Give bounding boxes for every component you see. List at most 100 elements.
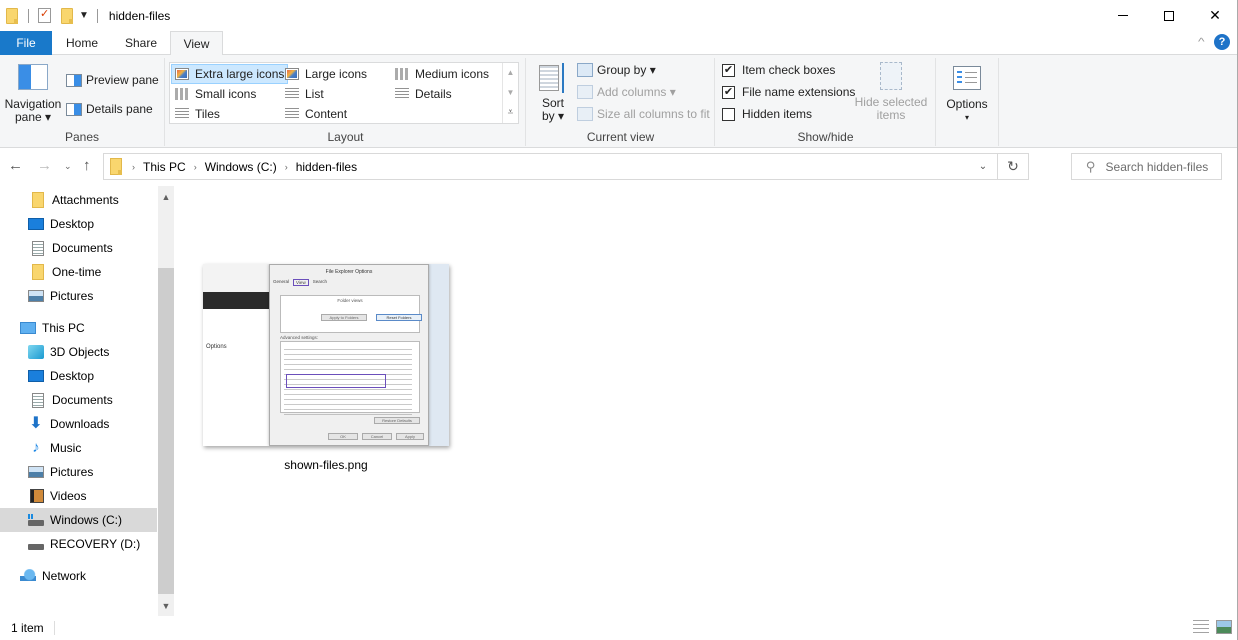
forward-button[interactable]: → bbox=[37, 157, 52, 174]
recent-locations-button[interactable]: ⌄ bbox=[64, 161, 72, 172]
scroll-up-icon[interactable]: ▲ bbox=[158, 188, 174, 205]
item-check-boxes-option[interactable]: ✔ Item check boxes bbox=[722, 60, 835, 80]
sidebar-item-this-pc[interactable]: This PC bbox=[0, 316, 157, 340]
sidebar-item-documents[interactable]: Documents bbox=[0, 236, 157, 260]
sort-by-label-2: by ▾ bbox=[541, 109, 565, 123]
address-bar[interactable]: › This PC › Windows (C:) › hidden-files … bbox=[103, 153, 1029, 180]
sidebar-item-downloads[interactable]: ⬇ Downloads bbox=[0, 412, 157, 436]
breadcrumb-this-pc[interactable]: This PC bbox=[143, 160, 186, 174]
sidebar-item-3d-objects[interactable]: 3D Objects bbox=[0, 340, 157, 364]
preview-pane-button[interactable]: Preview pane bbox=[66, 70, 159, 90]
sidebar-item-recovery-d[interactable]: RECOVERY (D:) bbox=[0, 532, 157, 556]
tab-file[interactable]: File bbox=[0, 31, 52, 55]
sidebar-item-documents-pc[interactable]: Documents bbox=[0, 388, 157, 412]
layout-item-label: Content bbox=[305, 107, 348, 121]
group-by-icon bbox=[577, 63, 593, 77]
breadcrumb-windows-c[interactable]: Windows (C:) bbox=[205, 160, 277, 174]
add-columns-button[interactable]: Add columns ▾ bbox=[577, 82, 676, 102]
options-button[interactable]: Options ▾ bbox=[941, 62, 993, 124]
quick-access-toolbar: ▼ hidden-files bbox=[0, 0, 170, 31]
item-check-boxes-label: Item check boxes bbox=[742, 63, 836, 77]
file-name-extensions-option[interactable]: ✔ File name extensions bbox=[722, 82, 855, 102]
folder-icon bbox=[110, 158, 122, 175]
properties-icon[interactable] bbox=[38, 7, 51, 23]
navigation-pane-label-2: pane ▾ bbox=[14, 110, 52, 124]
up-button[interactable]: ↑ bbox=[83, 157, 91, 174]
layout-details[interactable]: Details bbox=[392, 84, 455, 104]
search-input[interactable]: Search hidden-files bbox=[1106, 160, 1209, 174]
breadcrumb-separator[interactable]: › bbox=[194, 162, 197, 172]
sidebar-item-desktop-pc[interactable]: Desktop bbox=[0, 364, 157, 388]
panes-group: Navigation pane ▾ Preview pane Details p… bbox=[0, 58, 165, 146]
scroll-down-icon[interactable]: ▼ bbox=[158, 597, 174, 614]
tab-share[interactable]: Share bbox=[112, 31, 170, 55]
layout-medium-icons[interactable]: Medium icons bbox=[392, 64, 492, 84]
layout-tiles[interactable]: Tiles bbox=[172, 104, 223, 124]
scrollbar-thumb[interactable] bbox=[158, 268, 174, 594]
sidebar-item-pictures[interactable]: Pictures bbox=[0, 284, 157, 308]
sidebar-item-videos[interactable]: Videos bbox=[0, 484, 157, 508]
file-name-extensions-checkbox[interactable]: ✔ bbox=[722, 85, 735, 99]
search-box[interactable]: ⚲ Search hidden-files bbox=[1071, 153, 1222, 180]
layout-small-icons[interactable]: Small icons bbox=[172, 84, 259, 104]
breadcrumb-separator[interactable]: › bbox=[285, 162, 288, 172]
sidebar-item-windows-c[interactable]: Windows (C:) bbox=[0, 508, 157, 532]
current-view-group: Sort by ▾ Group by ▾ Add columns ▾ Size … bbox=[527, 58, 715, 146]
hidden-items-option[interactable]: Hidden items bbox=[722, 104, 812, 124]
sidebar-item-label: Documents bbox=[52, 241, 113, 255]
layout-extra-large-icons[interactable]: Extra large icons bbox=[171, 64, 289, 84]
large-icons-view-icon[interactable] bbox=[1216, 620, 1232, 634]
sidebar-item-music[interactable]: ♪ Music bbox=[0, 436, 157, 460]
back-button[interactable]: ← bbox=[8, 157, 23, 174]
pictures-icon bbox=[28, 466, 44, 478]
sidebar-item-network[interactable]: Network bbox=[0, 564, 157, 588]
sidebar-item-desktop[interactable]: Desktop bbox=[0, 212, 157, 236]
hidden-items-checkbox[interactable] bbox=[722, 107, 735, 121]
minimize-button[interactable] bbox=[1100, 0, 1146, 31]
layout-content[interactable]: Content bbox=[282, 104, 350, 124]
layout-list[interactable]: List bbox=[282, 84, 327, 104]
sidebar-item-one-time[interactable]: One-time bbox=[0, 260, 157, 284]
sort-by-button[interactable]: Sort by ▾ bbox=[533, 60, 573, 123]
maximize-button[interactable] bbox=[1146, 0, 1192, 31]
breadcrumb-hidden-files[interactable]: hidden-files bbox=[296, 160, 357, 174]
gallery-scroll-up-icon[interactable]: ▲ bbox=[503, 63, 518, 83]
pictures-icon bbox=[28, 290, 44, 302]
tiles-icon bbox=[175, 108, 189, 120]
close-button[interactable]: ✕ bbox=[1192, 0, 1238, 31]
navigation-pane-icon bbox=[18, 64, 48, 90]
navigation-pane-scrollbar[interactable]: ▲ ▼ bbox=[158, 186, 174, 616]
details-pane-button[interactable]: Details pane bbox=[66, 99, 153, 119]
gallery-expand-icon[interactable]: ⩡ bbox=[503, 103, 518, 123]
windows-drive-icon bbox=[28, 514, 44, 526]
title-bar: ▼ hidden-files ✕ bbox=[0, 0, 1238, 31]
customize-toolbar-icon[interactable]: ▼ bbox=[79, 10, 89, 21]
thumbnail-button: Apply bbox=[396, 433, 424, 440]
ribbon: Navigation pane ▾ Preview pane Details p… bbox=[0, 55, 1238, 148]
tab-home[interactable]: Home bbox=[52, 31, 112, 55]
address-dropdown-button[interactable]: ⌄ bbox=[970, 154, 996, 179]
sidebar-item-label: Pictures bbox=[50, 289, 94, 303]
refresh-button[interactable]: ↻ bbox=[997, 154, 1028, 179]
navigation-pane-button[interactable]: Navigation pane ▾ bbox=[4, 60, 62, 124]
tab-view[interactable]: View bbox=[170, 31, 223, 56]
extra-large-icons-icon bbox=[175, 68, 189, 80]
options-icon bbox=[953, 66, 981, 90]
size-columns-button[interactable]: Size all columns to fit bbox=[577, 104, 710, 124]
sidebar-item-pictures-pc[interactable]: Pictures bbox=[0, 460, 157, 484]
details-view-icon[interactable] bbox=[1193, 620, 1209, 634]
collapse-ribbon-icon[interactable]: ^ bbox=[1198, 37, 1205, 48]
layout-group-label: Layout bbox=[327, 130, 364, 144]
window-controls: ✕ bbox=[1100, 0, 1238, 31]
sidebar-item-attachments[interactable]: Attachments bbox=[0, 188, 157, 212]
gallery-scroll-down-icon[interactable]: ▼ bbox=[503, 83, 518, 103]
item-check-boxes-checkbox[interactable]: ✔ bbox=[722, 63, 735, 77]
music-icon: ♪ bbox=[32, 439, 40, 456]
help-icon[interactable]: ? bbox=[1214, 34, 1230, 50]
group-by-button[interactable]: Group by ▾ bbox=[577, 60, 656, 80]
breadcrumb-separator[interactable]: › bbox=[132, 162, 135, 172]
new-folder-icon[interactable] bbox=[61, 7, 73, 24]
layout-large-icons[interactable]: Large icons bbox=[282, 64, 370, 84]
hide-selected-items-button[interactable]: Hide selected items bbox=[854, 62, 928, 122]
file-item[interactable]: Options File Explorer Options General Vi… bbox=[201, 264, 451, 472]
